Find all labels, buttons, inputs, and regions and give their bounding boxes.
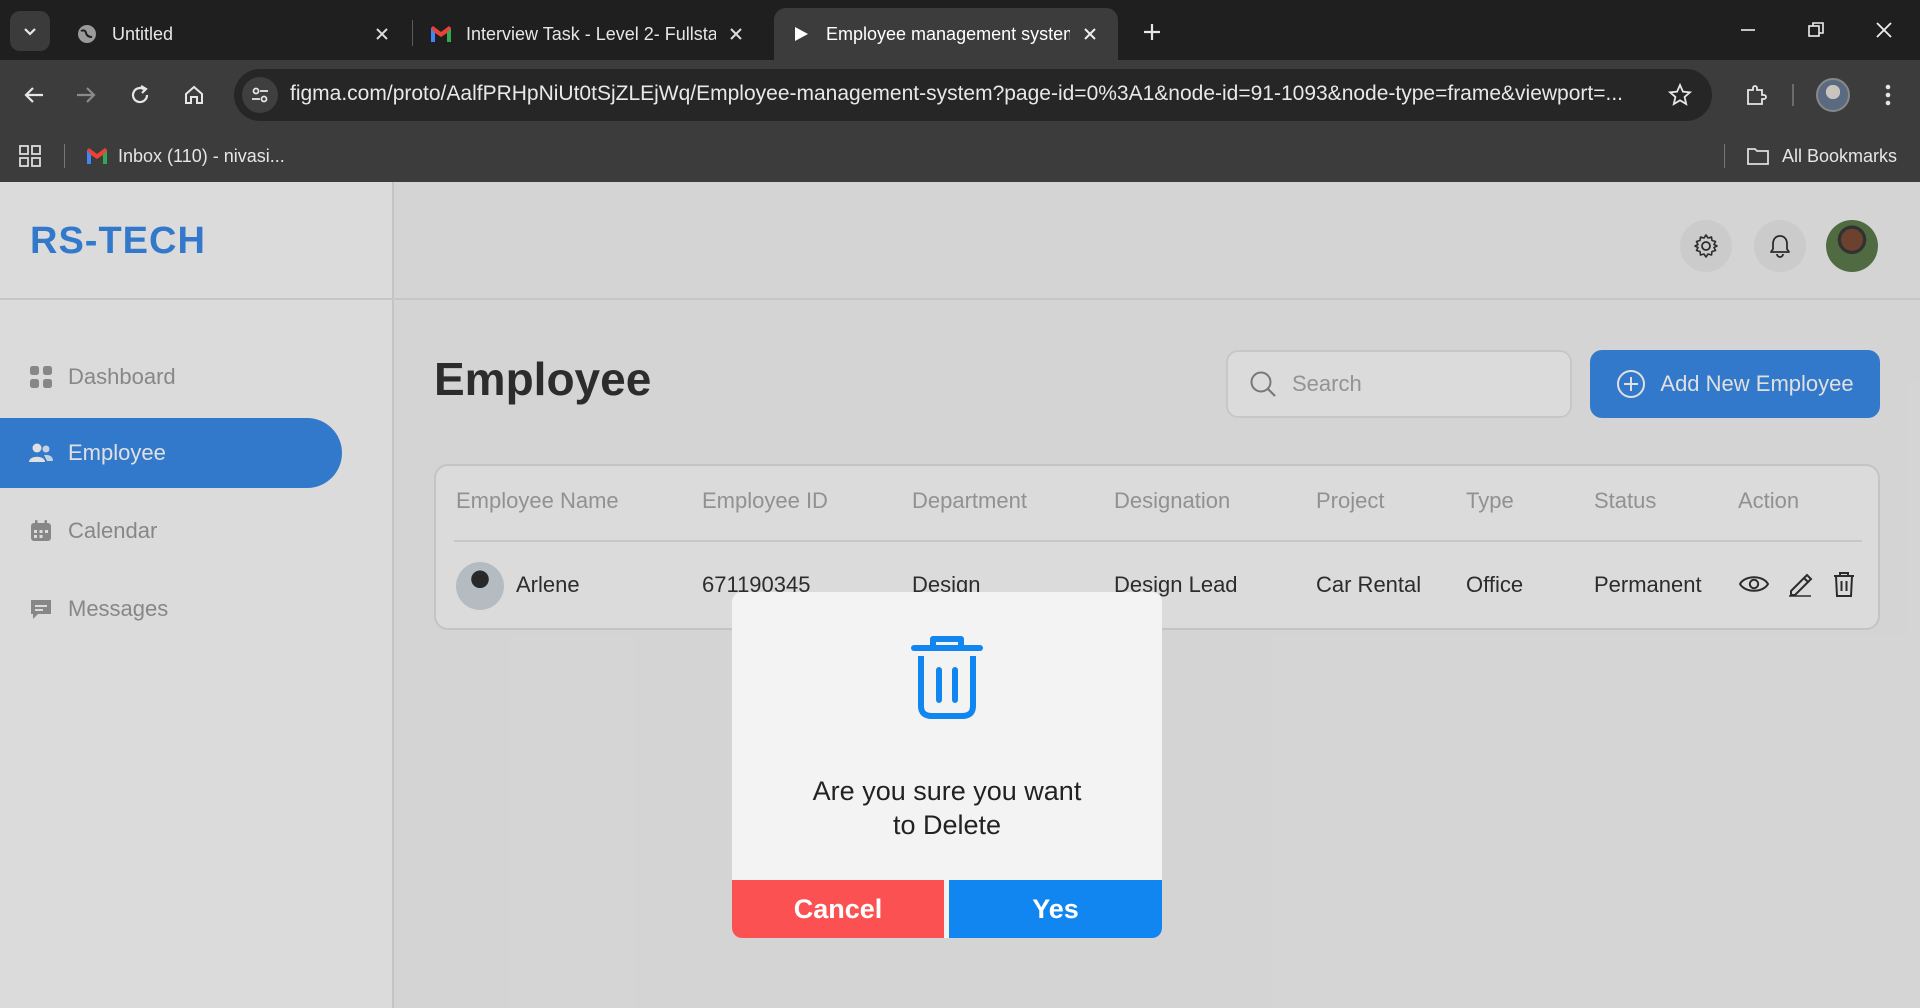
browser-menu-button[interactable]: [1868, 75, 1908, 115]
minimize-icon: [1741, 29, 1755, 31]
bookmark-label: Inbox (110) - nivasi...: [118, 145, 285, 166]
globe-icon: [76, 23, 98, 45]
gmail-icon: [430, 23, 452, 45]
tab-untitled[interactable]: Untitled: [60, 8, 410, 60]
folder-icon: [1747, 148, 1769, 165]
bookmarks-bar: Inbox (110) - nivasi... All Bookmarks: [0, 130, 1920, 182]
confirm-message-line: to Delete: [892, 810, 1002, 840]
confirm-message-line: Are you sure you want: [812, 776, 1082, 806]
url-text[interactable]: figma.com/proto/AalfPRHpNiUt0tSjZLEjWq/E…: [290, 82, 1640, 106]
tab-employee-management[interactable]: Employee management system: [774, 8, 1118, 60]
home-icon: [185, 85, 203, 104]
minimize-button[interactable]: [1730, 12, 1766, 48]
plus-icon: [1144, 24, 1160, 40]
close-icon: [1876, 22, 1892, 38]
puzzle-icon: [1747, 85, 1767, 105]
close-tab-icon[interactable]: [370, 22, 394, 46]
star-icon: [1668, 83, 1692, 106]
tab-divider: [412, 20, 413, 46]
bookmark-inbox[interactable]: Inbox (110) - nivasi...: [86, 142, 285, 170]
browser-tab-strip: Untitled Interview Task - Level 2- Fulls…: [0, 0, 1920, 60]
restore-icon: [1808, 22, 1824, 37]
restore-button[interactable]: [1798, 12, 1834, 48]
tab-interview-task[interactable]: Interview Task - Level 2- Fullstac: [414, 8, 764, 60]
arrow-right-icon: [77, 87, 96, 103]
tune-icon: [252, 87, 268, 103]
cancel-button[interactable]: Cancel: [732, 880, 944, 938]
back-button[interactable]: [14, 75, 54, 115]
delete-confirm-dialog: Are you sure you want to Delete Cancel Y…: [732, 592, 1162, 938]
extensions-button[interactable]: [1736, 75, 1776, 115]
site-settings-button[interactable]: [242, 77, 278, 113]
tab-title: Untitled: [112, 23, 174, 44]
more-vertical-icon: [1885, 84, 1891, 106]
arrow-left-icon: [24, 87, 43, 103]
bookmark-star-button[interactable]: [1666, 81, 1694, 109]
apps-grid-icon[interactable]: [18, 144, 42, 168]
reload-button[interactable]: [120, 75, 160, 115]
close-tab-icon[interactable]: [724, 22, 748, 46]
close-window-button[interactable]: [1866, 12, 1902, 48]
trash-icon: [911, 636, 983, 719]
bookmark-divider: [1724, 144, 1725, 168]
bookmark-label: All Bookmarks: [1782, 145, 1898, 166]
new-tab-button[interactable]: [1134, 14, 1170, 50]
tab-title: Interview Task - Level 2- Fullstac: [466, 23, 716, 44]
toolbar-divider: [1792, 84, 1794, 106]
all-bookmarks-button[interactable]: All Bookmarks: [1746, 142, 1897, 170]
reload-icon: [131, 85, 149, 104]
gmail-icon: [87, 148, 107, 164]
bookmark-divider: [64, 144, 65, 168]
tab-title: Employee management system: [826, 23, 1070, 44]
browser-toolbar: figma.com/proto/AalfPRHpNiUt0tSjZLEjWq/E…: [0, 60, 1920, 130]
tab-search-button[interactable]: [10, 11, 50, 51]
forward-button[interactable]: [66, 75, 106, 115]
yes-button[interactable]: Yes: [949, 880, 1162, 938]
confirm-message: Are you sure you want to Delete: [772, 774, 1122, 842]
chevron-down-icon: [24, 28, 36, 36]
profile-avatar[interactable]: [1816, 78, 1850, 112]
close-tab-icon[interactable]: [1078, 22, 1102, 46]
home-button[interactable]: [174, 75, 214, 115]
address-bar[interactable]: figma.com/proto/AalfPRHpNiUt0tSjZLEjWq/E…: [234, 69, 1712, 121]
play-icon: [790, 23, 812, 45]
